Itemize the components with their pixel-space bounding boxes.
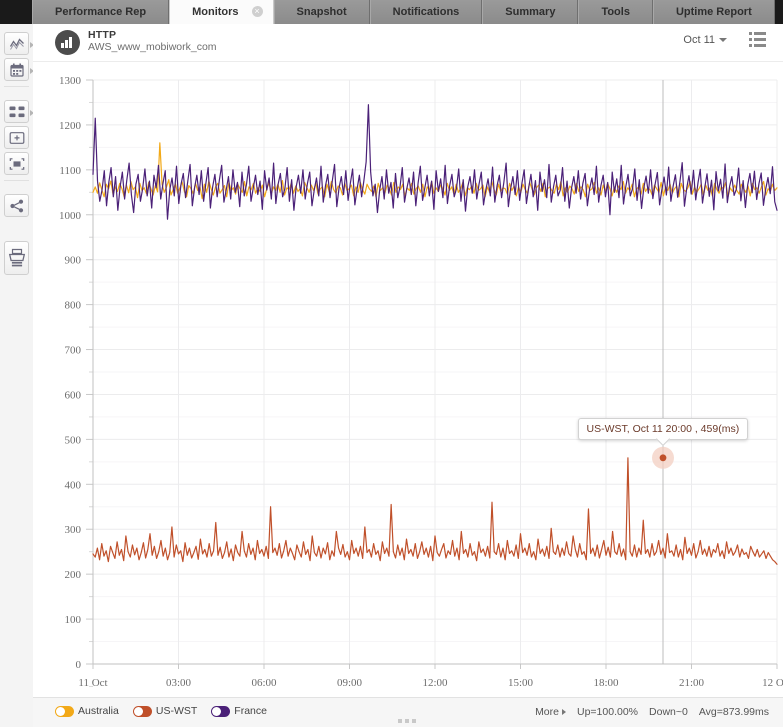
- legend-label: France: [234, 705, 267, 717]
- chart-area: 11 Oct 03:00 06:00 09:00 12:00 15:00 18:00 21:0…: [33, 62, 783, 699]
- downtime-stat: Down~0: [649, 706, 688, 718]
- average-stat: Avg=873.99ms: [698, 706, 769, 718]
- tool-rail: [0, 24, 34, 727]
- uptime-stat: Up=100.00%: [577, 706, 639, 718]
- timeseries-chart[interactable]: 11 Oct 03:00 06:00 09:00 12:00 15:00 18:00 21:0…: [33, 62, 783, 699]
- series-legend: Australia US-WST France: [55, 705, 267, 717]
- legend-item[interactable]: France: [211, 705, 267, 717]
- more-button[interactable]: More: [535, 706, 566, 718]
- y-axis-tick-label: 600: [65, 389, 82, 401]
- tab-bar: Performance Rep Monitors × Snapshot Notifica…: [0, 0, 783, 24]
- y-axis-tick-label: 100: [65, 614, 82, 626]
- more-label: More: [535, 706, 559, 718]
- tab-close-icon[interactable]: ×: [251, 6, 263, 17]
- x-axis-tick-label: 12:00: [422, 677, 448, 689]
- y-axis-tick-label: 300: [65, 524, 82, 536]
- rail-divider: [4, 180, 29, 181]
- legend-swatch-toggle[interactable]: [211, 705, 231, 717]
- legend-item[interactable]: US-WST: [132, 705, 198, 717]
- y-axis-tick-label: 1200: [59, 120, 82, 132]
- legend-label: Australia: [78, 705, 119, 717]
- tab-label: Monitors: [192, 6, 239, 18]
- page-title: HTTP: [88, 29, 117, 41]
- resize-grabber[interactable]: [398, 719, 416, 723]
- datapoint-tooltip: US-WST, Oct 11 20:00 , 459(ms): [577, 417, 749, 446]
- panel-header: HTTP AWS_www_mobiwork_com Oct 11: [33, 24, 783, 62]
- tab-strip: Performance Rep Monitors × Snapshot Notifica…: [32, 0, 775, 24]
- date-range-label: Oct 11: [683, 34, 715, 46]
- print-icon[interactable]: [4, 241, 29, 275]
- tab-snapshot[interactable]: Snapshot: [273, 0, 370, 24]
- legend-label: US-WST: [155, 705, 198, 717]
- x-axis-tick-label: 03:00: [166, 677, 192, 689]
- tab-uptime-report[interactable]: Uptime Report: [652, 0, 775, 24]
- x-axis-tick-label: 21:00: [679, 677, 705, 689]
- line-chart-icon[interactable]: [4, 32, 34, 55]
- tab-performance-rep[interactable]: Performance Rep: [32, 0, 170, 24]
- legend-item[interactable]: Australia: [55, 705, 119, 717]
- legend-swatch-toggle[interactable]: [132, 705, 152, 717]
- x-axis-tick-label: 06:00: [251, 677, 277, 689]
- chart-footer: Australia US-WST France More Up=100.00% Do…: [33, 697, 783, 727]
- tab-tools[interactable]: Tools: [578, 0, 653, 24]
- rail-group-views: [0, 24, 34, 81]
- tab-notifications[interactable]: Notifications: [369, 0, 483, 24]
- x-axis-tick-label: 09:00: [337, 677, 363, 689]
- monitoring-dashboard: Performance Rep Monitors × Snapshot Notifica…: [0, 0, 783, 727]
- y-axis-tick-label: 800: [65, 300, 82, 312]
- date-range-selector[interactable]: Oct 11: [683, 34, 727, 46]
- tab-label: Notifications: [392, 6, 460, 18]
- tab-label: Summary: [505, 6, 556, 18]
- resize-fullscreen-icon[interactable]: [4, 152, 29, 175]
- monitor-name: AWS_www_mobiwork_com: [88, 41, 217, 53]
- rail-divider: [4, 86, 29, 87]
- y-axis-tick-label: 200: [65, 569, 82, 581]
- tab-label: Snapshot: [296, 6, 347, 18]
- tab-monitors[interactable]: Monitors ×: [169, 0, 274, 24]
- rail-group-layout: [0, 92, 34, 175]
- summary-stats: More Up=100.00% Down~0 Avg=873.99ms: [535, 706, 769, 718]
- x-axis-tick-label: 12 Oct: [762, 677, 783, 689]
- x-axis-tick-label: 18:00: [593, 677, 619, 689]
- monitor-panel: HTTP AWS_www_mobiwork_com Oct 11 11 Oct 0…: [33, 24, 783, 727]
- tab-label: Tools: [601, 6, 630, 18]
- list-menu-icon[interactable]: [749, 32, 767, 48]
- y-axis-tick-label: 500: [65, 434, 82, 446]
- calendar-icon[interactable]: [4, 58, 34, 81]
- chevron-down-icon: [719, 38, 727, 43]
- chevron-right-icon: [562, 709, 566, 715]
- rail-group-print: [0, 220, 33, 275]
- tab-label: Uptime Report: [675, 6, 752, 18]
- y-axis-tick-label: 900: [65, 255, 82, 267]
- share-icon[interactable]: [4, 194, 29, 217]
- y-axis-tick-label: 1300: [59, 75, 82, 87]
- y-axis-tick-label: 1100: [59, 165, 81, 177]
- legend-swatch-toggle[interactable]: [55, 705, 74, 717]
- y-axis-tick-label: 400: [65, 479, 82, 491]
- x-axis-tick-label: 11 Oct: [78, 677, 107, 689]
- dashboard-grid-icon[interactable]: [4, 100, 34, 123]
- y-axis-tick-label: 1000: [59, 210, 82, 222]
- tab-summary[interactable]: Summary: [482, 0, 579, 24]
- add-widget-icon[interactable]: [4, 126, 29, 149]
- y-axis-tick-label: 700: [65, 345, 82, 357]
- tab-label: Performance Rep: [55, 6, 147, 18]
- rail-group-share: [0, 186, 33, 217]
- y-axis-tick-label: 0: [76, 659, 82, 671]
- highlighted-datapoint[interactable]: [659, 454, 667, 462]
- x-axis-tick-label: 15:00: [508, 677, 534, 689]
- bar-chart-avatar-icon: [55, 30, 80, 55]
